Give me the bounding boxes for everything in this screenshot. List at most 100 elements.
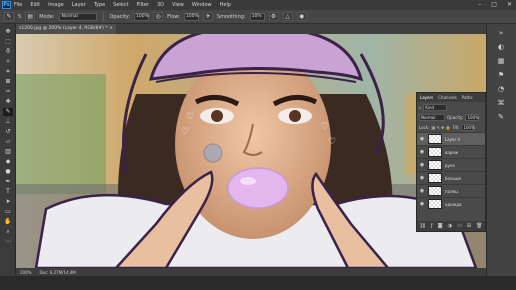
folder-icon[interactable]: ▭	[457, 223, 462, 229]
visibility-eye-icon[interactable]: ◉	[419, 188, 425, 194]
fill-field[interactable]: 100%	[461, 123, 475, 131]
maximize-icon[interactable]: □	[491, 1, 497, 8]
menu-bar: Ps File Edit Image Layer Type Select Fil…	[0, 0, 516, 10]
opacity-label: Opacity:	[109, 13, 131, 20]
menu-select[interactable]: Select	[113, 2, 128, 8]
eraser-tool-icon[interactable]: ▱	[3, 138, 13, 146]
zoom-tool-icon[interactable]: ⌕	[3, 228, 13, 236]
menu-type[interactable]: Type	[94, 2, 105, 8]
visibility-eye-icon[interactable]: ◉	[419, 201, 425, 207]
heart-doodle-left-2: ♡	[181, 127, 189, 137]
smoothing-settings-icon[interactable]: ⚙	[268, 12, 279, 21]
frame-tool-icon[interactable]: ⊠	[3, 78, 13, 86]
layers-footer: ⛓ ƒ ◙ ◑ ▭ ⊞ 🗑	[417, 221, 485, 231]
visibility-eye-icon[interactable]: ◉	[419, 162, 425, 168]
link-icon[interactable]: ⛓	[420, 223, 426, 229]
gradient-tool-icon[interactable]: ▥	[3, 148, 13, 156]
new-layer-icon[interactable]: ⊞	[467, 223, 471, 229]
fx-icon[interactable]: ƒ	[431, 223, 433, 229]
close-icon[interactable]: ✕	[507, 1, 512, 8]
layer-row[interactable]: ◉ больше	[417, 171, 485, 184]
close-tab-icon[interactable]: ×	[109, 24, 113, 34]
brush-preset-icon[interactable]: ✎	[4, 12, 14, 21]
heart-doodle-left-1: ♡	[186, 112, 194, 122]
healing-tool-icon[interactable]: ✚	[3, 98, 13, 106]
layer-row[interactable]: ◉ палец	[417, 184, 485, 197]
crop-tool-icon[interactable]: ⌗	[3, 68, 13, 76]
menu-layer[interactable]: Layer	[72, 2, 86, 8]
flow-field[interactable]: 100%	[183, 12, 199, 21]
type-tool-icon[interactable]: T	[3, 188, 13, 196]
brush-settings-icon[interactable]: ▤	[25, 12, 36, 21]
rectangle-tool-icon[interactable]: ▭	[3, 208, 13, 216]
visibility-eye-icon[interactable]: ◉	[419, 175, 425, 181]
layer-thumbnail	[428, 186, 442, 196]
quick-select-tool-icon[interactable]: ✧	[3, 58, 13, 66]
more-tools-icon[interactable]: ⋯	[3, 238, 13, 246]
brushes-panel-icon[interactable]: ✎	[495, 112, 507, 122]
layer-thumbnail	[428, 134, 442, 144]
blur-tool-icon[interactable]: ◆	[3, 158, 13, 166]
angle-icon[interactable]: △	[282, 12, 293, 21]
pen-tool-icon[interactable]: ✒	[3, 178, 13, 186]
history-brush-tool-icon[interactable]: ↺	[3, 128, 13, 136]
eyedropper-tool-icon[interactable]: ✑	[3, 88, 13, 96]
adjustment-icon[interactable]: ◑	[448, 223, 452, 229]
layers-panel-tabs: Layers Channels Paths	[417, 93, 485, 102]
menu-image[interactable]: Image	[48, 2, 64, 8]
layer-row[interactable]: ◉ одежда	[417, 197, 485, 210]
heart-doodle-right-2: ♡	[328, 137, 336, 147]
tab-layers[interactable]: Layers	[420, 95, 433, 100]
menu-file[interactable]: File	[14, 2, 22, 8]
adjustments-panel-icon[interactable]: ◔	[495, 84, 507, 94]
menu-window[interactable]: Window	[192, 2, 212, 8]
mode-select[interactable]: Normal	[58, 12, 97, 21]
visibility-eye-icon[interactable]: ◉	[419, 149, 425, 155]
clone-stamp-tool-icon[interactable]: ⊥	[3, 118, 13, 126]
layer-opacity-field[interactable]: 100%	[465, 113, 480, 121]
zoom-level[interactable]: 200%	[20, 270, 31, 275]
kind-filter-select[interactable]: Kind	[423, 103, 448, 111]
tab-paths[interactable]: Paths	[462, 95, 473, 100]
menu-3d[interactable]: 3D	[157, 2, 164, 8]
layer-row[interactable]: ◉ вареж	[417, 145, 485, 158]
trash-icon[interactable]: 🗑	[476, 223, 482, 229]
layer-row[interactable]: ◉ рука	[417, 158, 485, 171]
menu-view[interactable]: View	[172, 2, 184, 8]
blend-mode-select[interactable]: Normal	[419, 113, 445, 121]
panel-collapse-icon[interactable]: »	[495, 28, 507, 38]
menu-help[interactable]: Help	[220, 2, 231, 8]
minimize-icon[interactable]: –	[478, 1, 481, 8]
opacity-field[interactable]: 100%	[134, 12, 150, 21]
brush-tool-icon[interactable]: ✎	[3, 108, 13, 116]
visibility-eye-icon[interactable]: ◉	[419, 136, 425, 142]
brush-cursor	[203, 143, 223, 163]
brush-size-value[interactable]: 5	[18, 14, 21, 20]
pressure-size-icon[interactable]: ◉	[296, 12, 307, 21]
history-panel-icon[interactable]: ⌘	[495, 98, 507, 108]
color-panel-icon[interactable]: ◐	[495, 42, 507, 52]
layer-row[interactable]: ◉ Layer 4	[417, 132, 485, 145]
swatches-panel-icon[interactable]: ▦	[495, 56, 507, 66]
lock-icons[interactable]: ▦ ✎ ✥ 🔒	[431, 125, 450, 130]
properties-panel-icon[interactable]: ⚑	[495, 70, 507, 80]
tab-channels[interactable]: Channels	[438, 95, 457, 100]
layer-thumbnail	[428, 147, 442, 157]
bubble-highlight	[240, 177, 256, 185]
hand-tool-icon[interactable]: ✋	[3, 218, 13, 226]
menu-filter[interactable]: Filter	[137, 2, 149, 8]
move-tool-icon[interactable]: ✥	[3, 28, 13, 36]
marquee-tool-icon[interactable]: ⬚	[3, 38, 13, 46]
layer-opacity-label: Opacity:	[447, 114, 464, 120]
airbrush-icon[interactable]: ✈	[202, 12, 213, 21]
lasso-tool-icon[interactable]: ϑ	[3, 48, 13, 56]
filter-search-icon[interactable]: ⌕	[419, 105, 421, 110]
document-tab[interactable]: s1200.jpg @ 200% (Layer 4, RGB/8#) * ×	[16, 24, 116, 34]
smoothing-field[interactable]: 10%	[249, 12, 265, 21]
dodge-tool-icon[interactable]: ●	[3, 168, 13, 176]
pressure-opacity-icon[interactable]: ◎	[153, 12, 164, 21]
path-select-tool-icon[interactable]: ➤	[3, 198, 13, 206]
layer-name: Layer 4	[445, 136, 460, 142]
menu-edit[interactable]: Edit	[30, 2, 40, 8]
mask-icon[interactable]: ◙	[438, 223, 443, 229]
